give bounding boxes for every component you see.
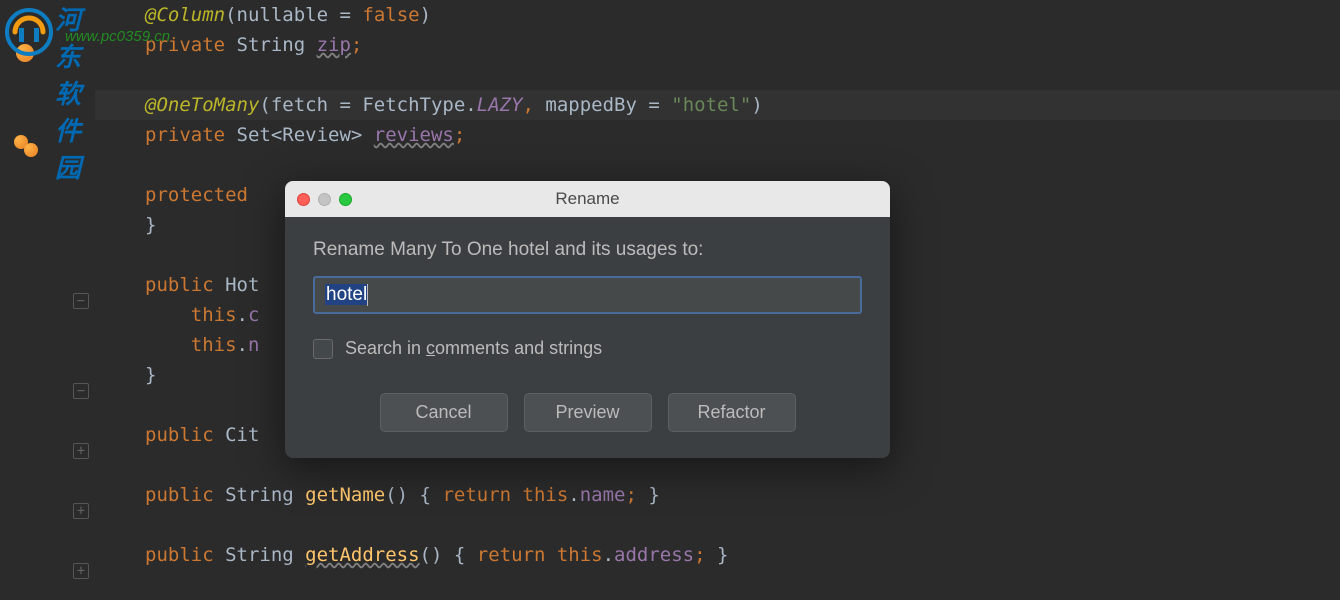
search-comments-label[interactable]: Search in comments and strings bbox=[345, 338, 602, 359]
search-comments-checkbox[interactable] bbox=[313, 339, 333, 359]
code-line[interactable]: @Column(nullable = false) bbox=[95, 0, 1340, 30]
rename-input-value: hotel bbox=[325, 284, 368, 305]
code-line[interactable]: public String getAddress() { return this… bbox=[95, 540, 1340, 570]
code-line[interactable]: private String zip; bbox=[95, 30, 1340, 60]
close-icon[interactable] bbox=[297, 193, 310, 206]
rename-prompt-label: Rename Many To One hotel and its usages … bbox=[313, 239, 862, 261]
code-line[interactable] bbox=[95, 510, 1340, 540]
code-line[interactable]: private Set<Review> reviews; bbox=[95, 120, 1340, 150]
dialog-titlebar[interactable]: Rename bbox=[285, 181, 890, 217]
minimize-icon bbox=[318, 193, 331, 206]
code-line[interactable]: public String getName() { return this.na… bbox=[95, 480, 1340, 510]
preview-button[interactable]: Preview bbox=[524, 393, 652, 432]
cancel-button[interactable]: Cancel bbox=[380, 393, 508, 432]
rename-dialog: Rename Rename Many To One hotel and its … bbox=[285, 181, 890, 458]
rename-input[interactable]: hotel bbox=[313, 276, 862, 314]
code-line[interactable] bbox=[95, 60, 1340, 90]
code-line[interactable]: @OneToMany(fetch = FetchType.LAZY, mappe… bbox=[95, 90, 1340, 120]
bean-group-gutter-icon[interactable] bbox=[14, 135, 34, 155]
fold-collapse-icon[interactable]: − bbox=[73, 383, 89, 399]
dialog-title: Rename bbox=[285, 189, 890, 209]
window-controls bbox=[285, 193, 352, 206]
fold-expand-icon[interactable]: + bbox=[73, 563, 89, 579]
code-line[interactable] bbox=[95, 150, 1340, 180]
fold-expand-icon[interactable]: + bbox=[73, 443, 89, 459]
fold-expand-icon[interactable]: + bbox=[73, 503, 89, 519]
maximize-icon[interactable] bbox=[339, 193, 352, 206]
bean-gutter-icon[interactable] bbox=[16, 44, 36, 64]
editor-gutter: − − + + + bbox=[0, 0, 95, 600]
fold-collapse-icon[interactable]: − bbox=[73, 293, 89, 309]
refactor-button[interactable]: Refactor bbox=[668, 393, 796, 432]
